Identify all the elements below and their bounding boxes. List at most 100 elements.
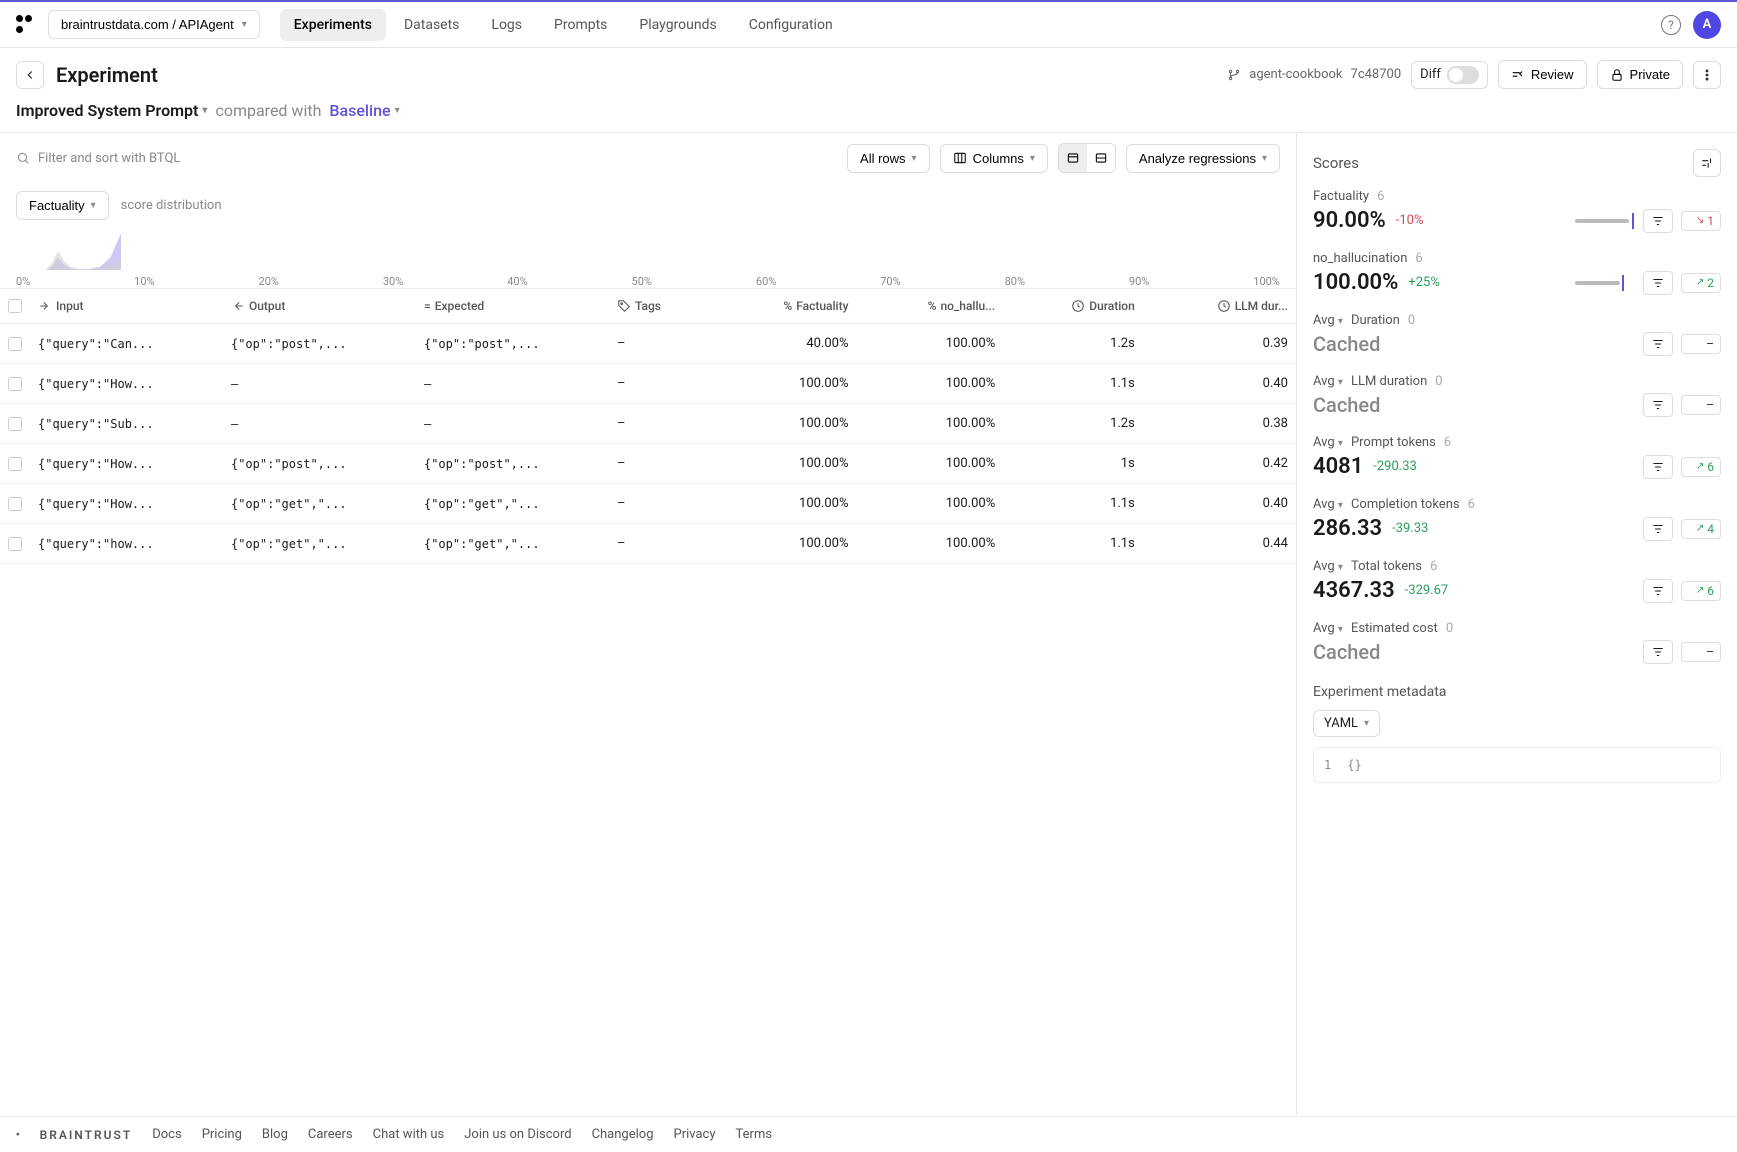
cell-factuality: 100.00% [714, 364, 856, 404]
cell-expected: {"op":"post",... [416, 324, 609, 364]
col-llm-dur[interactable]: LLM dur... [1143, 289, 1296, 324]
table-header-row: Input Output =Expected Tags %Factuality … [0, 289, 1296, 324]
metric-badge[interactable]: ↗6 [1681, 581, 1721, 601]
metric-agg[interactable]: Avg ▾ [1313, 497, 1343, 512]
columns-dropdown[interactable]: Columns ▾ [940, 144, 1048, 173]
footer-pricing[interactable]: Pricing [202, 1127, 242, 1142]
table-row[interactable]: {"query":"How... {"op":"post",... {"op":… [0, 444, 1296, 484]
footer-careers[interactable]: Careers [308, 1127, 353, 1142]
col-factuality[interactable]: %Factuality [714, 289, 856, 324]
breadcrumb[interactable]: braintrustdata.com / APIAgent ▾ [48, 10, 260, 39]
metric-badge[interactable]: – [1681, 642, 1721, 662]
search-placeholder: Filter and sort with BTQL [38, 151, 180, 166]
cell-llm-dur: 0.40 [1143, 484, 1296, 524]
col-expected[interactable]: =Expected [416, 289, 609, 324]
nav-playgrounds[interactable]: Playgrounds [625, 9, 730, 41]
review-button[interactable]: Review [1498, 60, 1587, 89]
footer-privacy[interactable]: Privacy [674, 1127, 716, 1142]
more-vertical-icon [1700, 68, 1714, 82]
chevron-down-icon: ▾ [912, 153, 917, 164]
select-all-checkbox[interactable] [8, 299, 22, 313]
cell-output: {"op":"post",... [223, 324, 416, 364]
help-icon[interactable]: ? [1661, 15, 1681, 35]
metric-filter-button[interactable] [1643, 640, 1673, 664]
metric-agg[interactable]: Avg ▾ [1313, 559, 1343, 574]
col-output[interactable]: Output [223, 289, 416, 324]
view-list-button[interactable] [1059, 144, 1087, 172]
baseline-dropdown[interactable]: Baseline ▾ [329, 101, 399, 120]
row-checkbox[interactable] [8, 377, 22, 391]
distribution-metric-dropdown[interactable]: Factuality ▾ [16, 191, 109, 220]
row-checkbox[interactable] [8, 337, 22, 351]
metric-filter-button[interactable] [1643, 579, 1673, 603]
diff-toggle[interactable]: Diff [1411, 61, 1488, 89]
table-row[interactable]: {"query":"Can... {"op":"post",... {"op":… [0, 324, 1296, 364]
metric-count: 0 [1446, 621, 1453, 636]
footer-terms[interactable]: Terms [736, 1127, 773, 1142]
metric-agg[interactable]: Avg ▾ [1313, 313, 1343, 328]
footer-discord[interactable]: Join us on Discord [464, 1127, 571, 1142]
table-row[interactable]: {"query":"How... – – – 100.00% 100.00% 1… [0, 364, 1296, 404]
cell-no-hallu: 100.00% [857, 444, 1004, 484]
cell-expected: – [416, 404, 609, 444]
cell-no-hallu: 100.00% [857, 364, 1004, 404]
table-row[interactable]: {"query":"Sub... – – – 100.00% 100.00% 1… [0, 404, 1296, 444]
score-badge[interactable]: ↗2 [1681, 273, 1721, 293]
toggle-switch[interactable] [1447, 66, 1479, 84]
nav-experiments[interactable]: Experiments [280, 9, 386, 41]
row-checkbox[interactable] [8, 457, 22, 471]
score-badge[interactable]: ↘1 [1681, 211, 1721, 231]
score-count: 6 [1415, 251, 1422, 266]
metadata-format-dropdown[interactable]: YAML ▾ [1313, 710, 1380, 737]
score-filter-button[interactable] [1643, 209, 1673, 233]
metric-delta: -329.67 [1405, 583, 1449, 598]
footer-docs[interactable]: Docs [152, 1127, 181, 1142]
arrow-icon: ↗ [1696, 277, 1704, 288]
scores-settings-button[interactable] [1693, 149, 1721, 177]
nav-logs[interactable]: Logs [477, 9, 536, 41]
footer-chat[interactable]: Chat with us [373, 1127, 445, 1142]
metric-filter-button[interactable] [1643, 332, 1673, 356]
experiment-name-dropdown[interactable]: Improved System Prompt ▾ [16, 101, 207, 120]
search-input[interactable]: Filter and sort with BTQL [16, 151, 837, 166]
metric-filter-button[interactable] [1643, 393, 1673, 417]
more-menu-button[interactable] [1693, 61, 1721, 89]
footer-changelog[interactable]: Changelog [592, 1127, 654, 1142]
row-checkbox[interactable] [8, 497, 22, 511]
cell-expected: {"op":"get","... [416, 524, 609, 564]
view-split-button[interactable] [1087, 144, 1115, 172]
search-icon [16, 151, 30, 165]
metric-agg[interactable]: Avg ▾ [1313, 435, 1343, 450]
table-row[interactable]: {"query":"how... {"op":"get","... {"op":… [0, 524, 1296, 564]
back-button[interactable] [16, 61, 44, 89]
nav-prompts[interactable]: Prompts [540, 9, 621, 41]
nav-datasets[interactable]: Datasets [390, 9, 473, 41]
private-button[interactable]: Private [1597, 60, 1683, 89]
col-duration[interactable]: Duration [1003, 289, 1143, 324]
avatar[interactable]: A [1693, 11, 1721, 39]
row-checkbox[interactable] [8, 417, 22, 431]
col-input[interactable]: Input [30, 289, 223, 324]
metric-agg[interactable]: Avg ▾ [1313, 374, 1343, 389]
col-tags[interactable]: Tags [609, 289, 714, 324]
footer-blog[interactable]: Blog [262, 1127, 288, 1142]
score-delta: -10% [1396, 213, 1424, 228]
metric-filter-button[interactable] [1643, 517, 1673, 541]
table-row[interactable]: {"query":"How... {"op":"get","... {"op":… [0, 484, 1296, 524]
score-filter-button[interactable] [1643, 271, 1673, 295]
col-no-hallu[interactable]: %no_hallu... [857, 289, 1004, 324]
cell-no-hallu: 100.00% [857, 524, 1004, 564]
analyze-regressions-dropdown[interactable]: Analyze regressions ▾ [1126, 144, 1280, 173]
tag-icon [617, 299, 631, 313]
metric-badge[interactable]: ↗6 [1681, 457, 1721, 477]
metric-badge[interactable]: ↗4 [1681, 519, 1721, 539]
all-rows-dropdown[interactable]: All rows ▾ [847, 144, 930, 173]
metric-agg[interactable]: Avg ▾ [1313, 621, 1343, 636]
metric-badge[interactable]: – [1681, 395, 1721, 415]
nav-configuration[interactable]: Configuration [735, 9, 847, 41]
row-checkbox[interactable] [8, 537, 22, 551]
metric-filter-button[interactable] [1643, 455, 1673, 479]
compare-row: Improved System Prompt ▾ compared with B… [0, 101, 1737, 132]
metric-badge[interactable]: – [1681, 334, 1721, 354]
metric-count: 6 [1468, 497, 1475, 512]
